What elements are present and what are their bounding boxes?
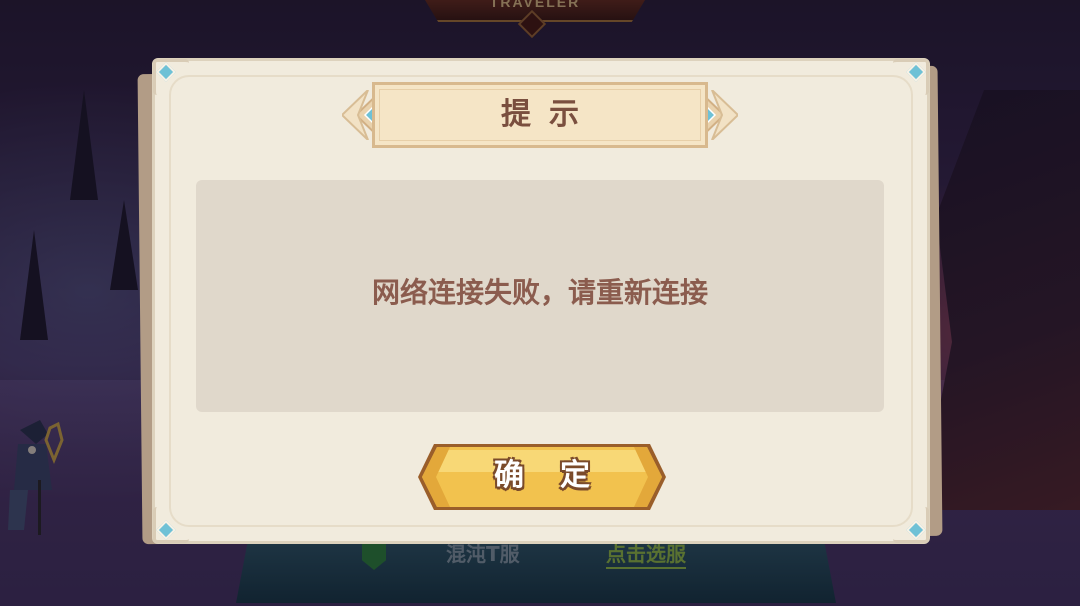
dialog-title: 提示	[501, 97, 597, 132]
confirm-button-label: 确定	[494, 458, 626, 493]
confirm-button[interactable]: 确定	[416, 442, 668, 512]
game-screen: TRAVELER 混沌T服 点击选服 提示 网络连接失败，请重新连接 确定	[0, 0, 1080, 606]
dialog-message: 网络连接失败，请重新连接	[371, 276, 708, 309]
corner-ornament	[153, 59, 189, 95]
